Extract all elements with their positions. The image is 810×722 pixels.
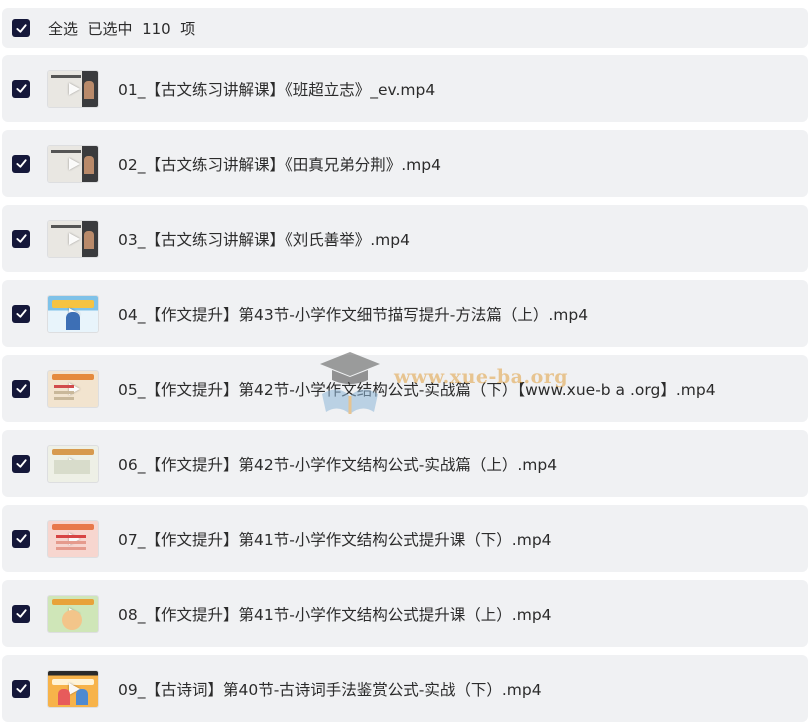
- file-row[interactable]: 05_【作文提升】第42节-小学作文结构公式-实战篇（下）【www.xue-b …: [2, 355, 808, 422]
- play-icon: [69, 232, 80, 245]
- file-row[interactable]: 09_【古诗词】第40节-古诗词手法鉴赏公式-实战（下）.mp4: [2, 655, 808, 722]
- select-all-checkbox[interactable]: [12, 19, 30, 37]
- file-name[interactable]: 08_【作文提升】第41节-小学作文结构公式提升课（上）.mp4: [118, 603, 552, 625]
- file-checkbox[interactable]: [12, 229, 30, 248]
- file-checkbox[interactable]: [12, 454, 30, 473]
- play-icon: [69, 682, 80, 695]
- video-thumbnail[interactable]: [48, 70, 98, 107]
- video-thumbnail[interactable]: [48, 145, 98, 182]
- file-checkbox[interactable]: [12, 79, 30, 98]
- video-thumbnail[interactable]: [48, 595, 98, 632]
- checkmark-icon: [15, 684, 27, 693]
- checkmark-icon: [15, 23, 27, 33]
- file-name[interactable]: 06_【作文提升】第42节-小学作文结构公式-实战篇（上）.mp4: [118, 453, 557, 475]
- checkmark-icon: [15, 609, 27, 618]
- file-row[interactable]: 06_【作文提升】第42节-小学作文结构公式-实战篇（上）.mp4: [2, 430, 808, 497]
- select-all-bar: 全选 已选中 110 项: [2, 8, 808, 48]
- file-checkbox[interactable]: [12, 679, 30, 698]
- file-name[interactable]: 04_【作文提升】第43节-小学作文细节描写提升-方法篇（上）.mp4: [118, 303, 588, 325]
- checkmark-icon: [15, 159, 27, 168]
- video-thumbnail[interactable]: [48, 520, 98, 557]
- file-row[interactable]: 02_【古文练习讲解课】《田真兄弟分荆》.mp4: [2, 130, 808, 197]
- play-icon: [69, 607, 80, 620]
- file-row[interactable]: 03_【古文练习讲解课】《刘氏善举》.mp4: [2, 205, 808, 272]
- file-name[interactable]: 02_【古文练习讲解课】《田真兄弟分荆》.mp4: [118, 153, 441, 175]
- play-icon: [69, 532, 80, 545]
- checkmark-icon: [15, 84, 27, 93]
- file-name[interactable]: 05_【作文提升】第42节-小学作文结构公式-实战篇（下）【www.xue-b …: [118, 378, 716, 400]
- video-thumbnail[interactable]: [48, 370, 98, 407]
- file-row[interactable]: 04_【作文提升】第43节-小学作文细节描写提升-方法篇（上）.mp4: [2, 280, 808, 347]
- video-thumbnail[interactable]: [48, 295, 98, 332]
- file-name[interactable]: 07_【作文提升】第41节-小学作文结构公式提升课（下）.mp4: [118, 528, 552, 550]
- file-row[interactable]: 08_【作文提升】第41节-小学作文结构公式提升课（上）.mp4: [2, 580, 808, 647]
- file-checkbox[interactable]: [12, 154, 30, 173]
- checkmark-icon: [15, 309, 27, 318]
- checkmark-icon: [15, 384, 27, 393]
- file-checkbox[interactable]: [12, 529, 30, 548]
- file-checkbox[interactable]: [12, 604, 30, 623]
- play-icon: [69, 157, 80, 170]
- play-icon: [69, 382, 80, 395]
- checkmark-icon: [15, 534, 27, 543]
- video-thumbnail[interactable]: [48, 445, 98, 482]
- selection-summary: 全选 已选中 110 项: [48, 19, 196, 38]
- checkmark-icon: [15, 234, 27, 243]
- file-name[interactable]: 09_【古诗词】第40节-古诗词手法鉴赏公式-实战（下）.mp4: [118, 678, 542, 700]
- play-icon: [69, 457, 80, 470]
- checkmark-icon: [15, 459, 27, 468]
- file-row[interactable]: 01_【古文练习讲解课】《班超立志》_ev.mp4: [2, 55, 808, 122]
- play-icon: [69, 307, 80, 320]
- video-thumbnail[interactable]: [48, 220, 98, 257]
- video-thumbnail[interactable]: [48, 670, 98, 707]
- file-checkbox[interactable]: [12, 379, 30, 398]
- file-row[interactable]: 07_【作文提升】第41节-小学作文结构公式提升课（下）.mp4: [2, 505, 808, 572]
- play-icon: [69, 82, 80, 95]
- file-checkbox[interactable]: [12, 304, 30, 323]
- file-name[interactable]: 01_【古文练习讲解课】《班超立志》_ev.mp4: [118, 78, 435, 100]
- file-name[interactable]: 03_【古文练习讲解课】《刘氏善举》.mp4: [118, 228, 410, 250]
